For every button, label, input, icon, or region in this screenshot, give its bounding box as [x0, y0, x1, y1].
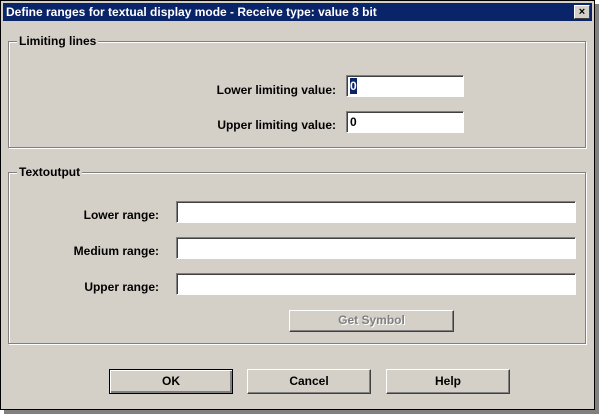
cancel-button[interactable]: Cancel [247, 369, 371, 394]
upper-range-label: Upper range: [84, 280, 159, 294]
window-title: Define ranges for textual display mode -… [6, 5, 377, 19]
lower-limiting-value-text: 0 [350, 78, 357, 94]
upper-limiting-value-field[interactable]: 0 [346, 111, 464, 133]
get-symbol-button[interactable]: Get Symbol [289, 310, 454, 332]
lower-range-label: Lower range: [83, 208, 159, 222]
medium-range-field[interactable] [176, 237, 576, 259]
upper-limiting-value-text: 0 [350, 115, 357, 129]
upper-limiting-value-label: Upper limiting value: [217, 118, 336, 132]
close-icon: × [578, 6, 586, 18]
medium-range-label: Medium range: [73, 244, 159, 258]
title-bar[interactable]: Define ranges for textual display mode -… [3, 3, 592, 21]
upper-range-field[interactable] [176, 273, 576, 295]
close-button[interactable]: × [574, 5, 590, 19]
lower-range-field[interactable] [176, 201, 576, 223]
textoutput-group-label: Textoutput [17, 165, 83, 179]
lower-limiting-value-field[interactable]: 0 [346, 75, 464, 97]
dialog-window: Define ranges for textual display mode -… [0, 0, 595, 410]
help-button[interactable]: Help [386, 369, 510, 394]
lower-limiting-value-label: Lower limiting value: [216, 83, 336, 97]
ok-button[interactable]: OK [109, 369, 233, 394]
limiting-lines-group-label: Limiting lines [17, 34, 99, 48]
